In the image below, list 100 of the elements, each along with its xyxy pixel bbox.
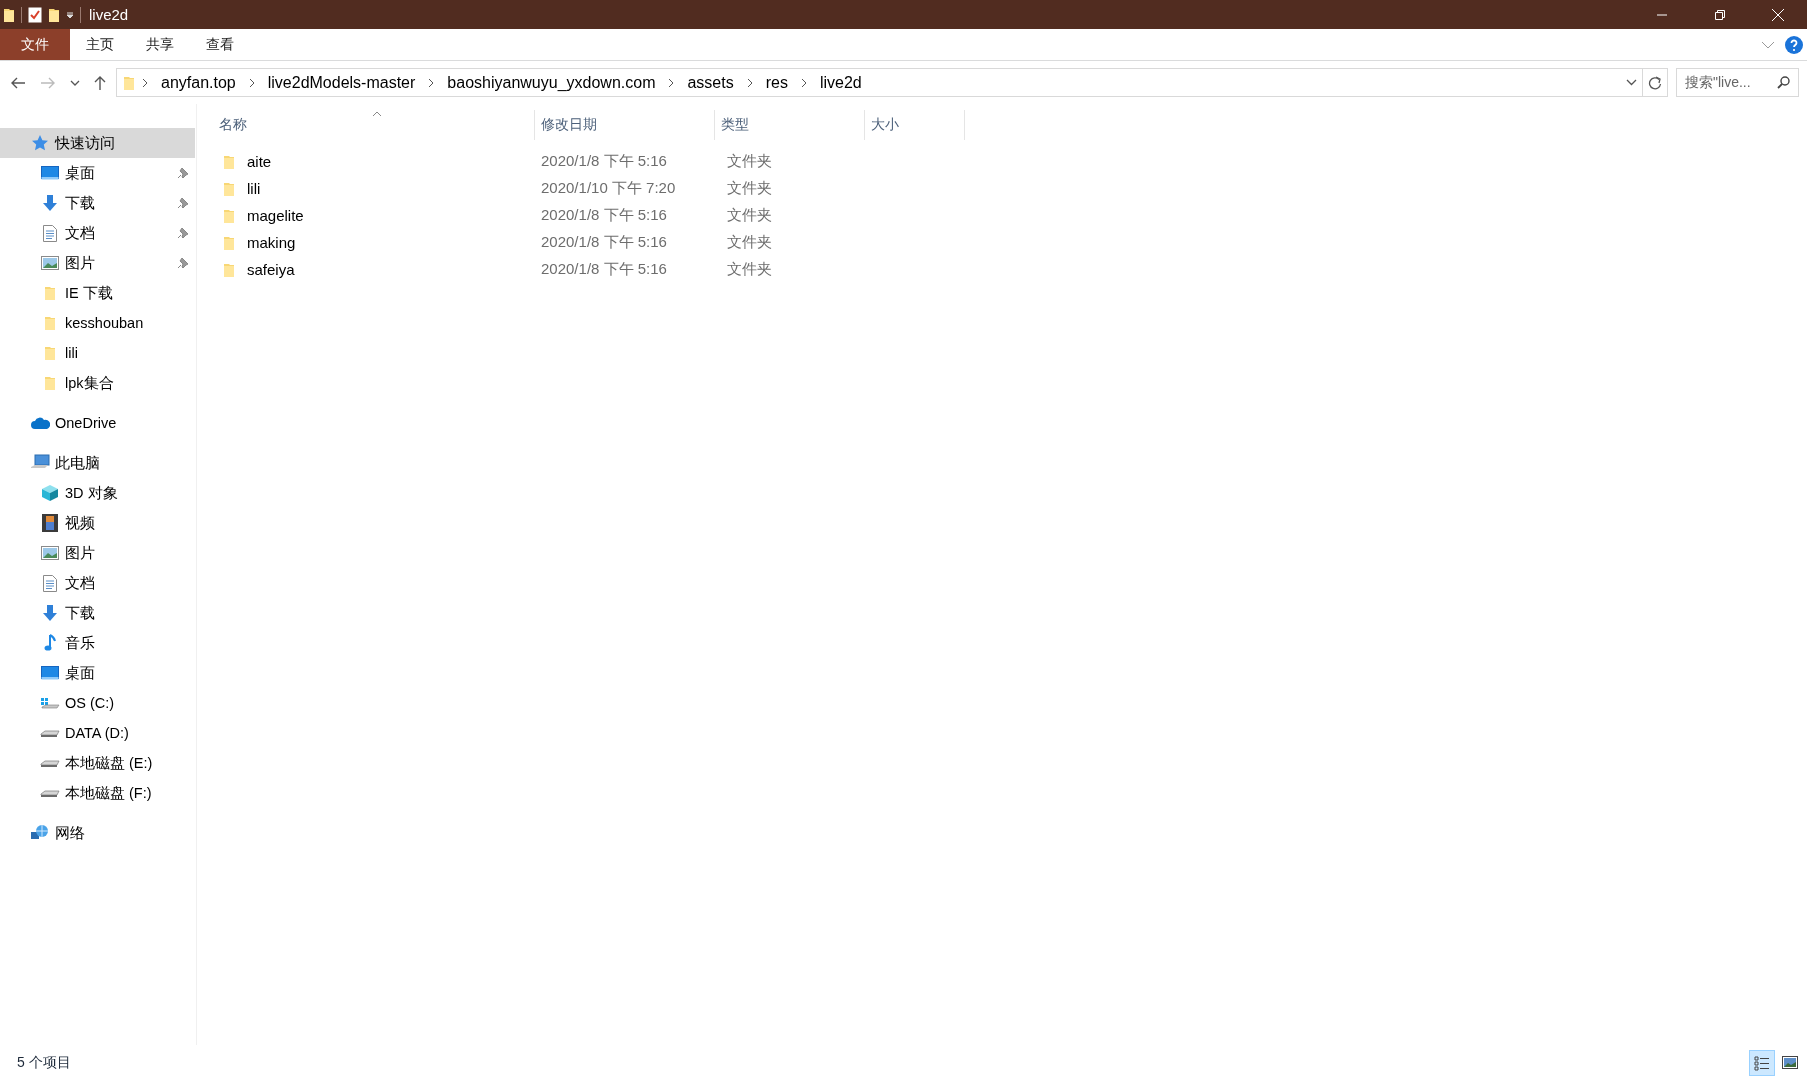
drive-icon — [40, 788, 60, 798]
file-name[interactable]: safeiya — [247, 261, 295, 278]
column-header[interactable]: 修改日期 — [535, 110, 715, 140]
sidebar-item[interactable]: 此电脑 — [0, 448, 195, 478]
column-header[interactable]: 大小 — [865, 110, 965, 140]
sidebar-item[interactable]: 桌面 — [0, 158, 195, 188]
breadcrumb[interactable]: baoshiyanwuyu_yxdown.com — [441, 73, 662, 92]
star-icon — [31, 134, 49, 152]
breadcrumb[interactable]: res — [759, 73, 794, 92]
folder-icon — [223, 180, 235, 197]
folder-icon — [44, 315, 56, 331]
details-view-button[interactable] — [1749, 1049, 1775, 1076]
film-icon — [42, 514, 58, 532]
file-name[interactable]: magelite — [247, 207, 304, 224]
pin-icon[interactable] — [177, 257, 189, 269]
properties-checkmark-icon[interactable] — [28, 6, 42, 23]
column-header[interactable]: 类型 — [715, 110, 865, 140]
sidebar-item[interactable]: 视频 — [0, 508, 195, 538]
chevron-right-icon[interactable] — [746, 77, 753, 88]
window-title: live2d — [89, 6, 129, 23]
item-count: 5 个项目 — [17, 1053, 71, 1072]
folder-icon — [44, 285, 56, 301]
pin-icon[interactable] — [177, 227, 189, 239]
chevron-right-icon[interactable] — [142, 77, 148, 88]
sidebar-item[interactable]: 网络 — [0, 818, 195, 848]
refresh-icon[interactable] — [1648, 75, 1662, 90]
folder-icon — [44, 375, 56, 391]
sidebar-item[interactable]: IE 下载 — [0, 278, 195, 308]
chevron-right-icon[interactable] — [248, 77, 255, 88]
sidebar-item[interactable]: 下载 — [0, 188, 195, 218]
folder-icon — [44, 345, 56, 361]
file-menu-tab[interactable]: 文件 — [0, 29, 70, 60]
document-icon — [43, 574, 57, 592]
breadcrumb[interactable]: anyfan.top — [155, 73, 242, 92]
sidebar-item[interactable]: 本地磁盘 (F:) — [0, 778, 195, 808]
file-type: 文件夹 — [726, 179, 773, 198]
document-icon — [43, 224, 57, 242]
network-globe-icon — [30, 824, 50, 842]
dropdown-caret-icon[interactable] — [66, 10, 74, 19]
windows-drive-icon — [40, 695, 60, 711]
sidebar-item[interactable]: lpk集合 — [0, 368, 195, 398]
search-field[interactable]: 搜索"live... — [1676, 68, 1799, 97]
ribbon-tab[interactable]: 共享 — [130, 29, 190, 60]
chevron-right-icon[interactable] — [668, 77, 675, 88]
modified-date: 2020/1/8 下午 5:16 — [540, 206, 668, 225]
file-name[interactable]: lili — [247, 180, 261, 197]
back-arrow-icon[interactable] — [10, 76, 26, 89]
folder-icon — [223, 234, 235, 251]
restore-icon — [1714, 8, 1726, 21]
monitor-icon — [41, 666, 59, 680]
file-type: 文件夹 — [726, 233, 773, 252]
modified-date: 2020/1/10 下午 7:20 — [540, 179, 677, 198]
breadcrumb[interactable]: assets — [681, 73, 740, 92]
sidebar-item[interactable]: 音乐 — [0, 628, 195, 658]
picture-icon — [41, 256, 59, 270]
sidebar-item[interactable]: 文档 — [0, 218, 195, 248]
file-name[interactable]: making — [247, 234, 296, 251]
sidebar-item[interactable]: OneDrive — [0, 408, 195, 438]
folder-icon[interactable] — [48, 6, 60, 23]
sidebar-item[interactable]: OS (C:) — [0, 688, 195, 718]
chevron-right-icon[interactable] — [428, 77, 435, 88]
file-type: 文件夹 — [726, 152, 773, 171]
sidebar-item[interactable]: lili — [0, 338, 195, 368]
modified-date: 2020/1/8 下午 5:16 — [540, 233, 668, 252]
folder-icon — [223, 153, 235, 170]
sidebar-item[interactable]: 快速访问 — [0, 128, 195, 158]
folder-icon — [223, 261, 235, 278]
column-header[interactable]: 名称 — [219, 110, 535, 140]
pin-icon[interactable] — [177, 197, 189, 209]
ribbon-tab[interactable]: 主页 — [70, 29, 130, 60]
sidebar-item[interactable]: 下载 — [0, 598, 195, 628]
monitor-icon — [41, 166, 59, 180]
up-arrow-icon[interactable] — [94, 74, 106, 91]
breadcrumb[interactable]: live2d — [813, 73, 868, 92]
sidebar-item[interactable]: 本地磁盘 (E:) — [0, 748, 195, 778]
picture-icon — [41, 546, 59, 560]
sidebar-item[interactable]: DATA (D:) — [0, 718, 195, 748]
pin-icon[interactable] — [177, 167, 189, 179]
down-arrow-icon — [42, 194, 58, 212]
down-arrow-icon — [42, 604, 58, 622]
file-type: 文件夹 — [726, 206, 773, 225]
file-name[interactable]: aite — [247, 153, 272, 170]
breadcrumb[interactable]: live2dModels-master — [261, 73, 422, 92]
sidebar-item[interactable]: 桌面 — [0, 658, 195, 688]
cloud-icon — [30, 416, 50, 430]
recent-dropdown-icon[interactable] — [70, 79, 80, 86]
sidebar-item[interactable]: 图片 — [0, 248, 195, 278]
ribbon-tab[interactable]: 查看 — [190, 29, 250, 60]
cube-icon — [41, 484, 59, 502]
sidebar-item[interactable]: 3D 对象 — [0, 478, 195, 508]
chevron-down-icon[interactable] — [1625, 79, 1637, 86]
sidebar-item[interactable]: kesshouban — [0, 308, 195, 338]
help-icon[interactable] — [1785, 35, 1803, 54]
picture-icon — [1782, 1055, 1798, 1070]
sidebar-item[interactable]: 文档 — [0, 568, 195, 598]
sidebar-item[interactable]: 图片 — [0, 538, 195, 568]
details-list-icon — [1754, 1054, 1770, 1071]
chevron-right-icon[interactable] — [800, 77, 807, 88]
folder-icon — [123, 74, 135, 91]
music-note-icon — [44, 634, 56, 652]
